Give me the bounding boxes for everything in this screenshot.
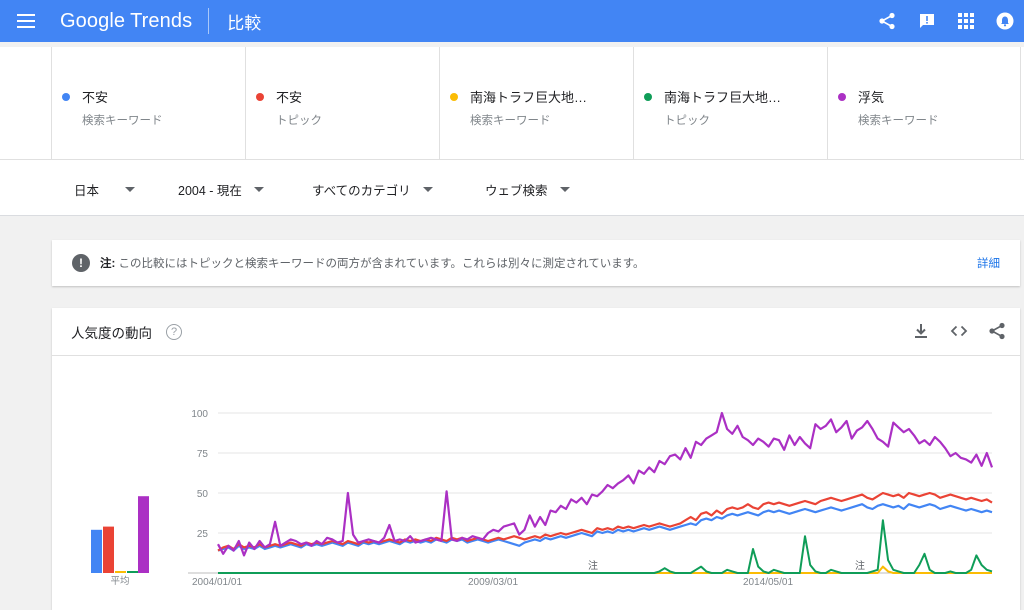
annotation-marker: 注 bbox=[588, 559, 598, 572]
search-type-dropdown[interactable]: ウェブ検索 bbox=[485, 180, 570, 199]
term-name: 不安 bbox=[82, 90, 109, 105]
term-name: 南海トラフ巨大地… bbox=[470, 90, 588, 105]
embed-icon[interactable] bbox=[950, 322, 968, 345]
chevron-down-icon bbox=[559, 187, 570, 192]
time-range-dropdown[interactable]: 2004 - 現在 bbox=[178, 180, 264, 199]
menu-icon[interactable] bbox=[0, 0, 52, 42]
chevron-down-icon bbox=[422, 187, 433, 192]
interest-chart: 100 75 50 25 2004/01/01 2009/03/01 2014/05/01 注… bbox=[91, 409, 994, 588]
comparison-terms: 不安 検索キーワード 不安 トピック 南海トラフ巨大地… 検索キーワード 南海ト… bbox=[0, 47, 1024, 160]
note-prefix: 注: bbox=[100, 258, 116, 270]
page-title: 比較 bbox=[227, 13, 262, 33]
average-bar bbox=[138, 496, 149, 573]
x-tick-label: 2014/05/01 bbox=[743, 577, 793, 588]
card-title: 人気度の動向 bbox=[71, 325, 152, 341]
average-bar bbox=[103, 526, 114, 573]
term-card-3[interactable]: 南海トラフ巨大地… 検索キーワード bbox=[439, 47, 633, 160]
annotation-marker: 注 bbox=[855, 559, 865, 572]
term-color-dot bbox=[838, 92, 846, 101]
y-tick-label: 25 bbox=[197, 529, 209, 540]
filter-bar: 日本 2004 - 現在 すべてのカテゴリ ウェブ検索 bbox=[0, 160, 1024, 216]
appbar-divider bbox=[208, 8, 210, 34]
note-text: 注: この比較にはトピックと検索キーワードの両方が含まれています。これらは別々に… bbox=[100, 255, 645, 271]
download-icon[interactable] bbox=[912, 322, 930, 345]
logo-trends: Trends bbox=[130, 9, 193, 32]
search-type-value: ウェブ検索 bbox=[485, 184, 548, 198]
term-name: 不安 bbox=[276, 90, 303, 105]
term-type: 検索キーワード bbox=[470, 115, 551, 127]
y-tick-label: 100 bbox=[191, 409, 208, 420]
note-body: この比較にはトピックと検索キーワードの両方が含まれています。これらは別々に測定さ… bbox=[118, 258, 645, 270]
term-name: 南海トラフ巨大地… bbox=[664, 90, 782, 105]
term-type: トピック bbox=[664, 115, 710, 127]
term-color-dot bbox=[62, 92, 70, 101]
details-link[interactable]: 詳細 bbox=[977, 255, 1000, 271]
alert-icon: ! bbox=[72, 254, 90, 272]
term-card-1[interactable]: 不安 検索キーワード bbox=[51, 47, 245, 160]
average-label: 平均 bbox=[110, 575, 129, 587]
term-color-dot bbox=[450, 92, 458, 101]
comparison-note: ! 注: この比較にはトピックと検索キーワードの両方が含まれています。これらは別… bbox=[52, 240, 1020, 286]
term-type: トピック bbox=[276, 115, 322, 127]
chevron-down-icon bbox=[253, 187, 264, 192]
share-icon[interactable] bbox=[878, 12, 896, 30]
category-dropdown[interactable]: すべてのカテゴリ bbox=[312, 180, 433, 199]
category-value: すべてのカテゴリ bbox=[312, 184, 411, 198]
logo-google: Google bbox=[60, 9, 126, 32]
term-type: 検索キーワード bbox=[82, 115, 163, 127]
help-icon[interactable]: ? bbox=[166, 323, 182, 340]
term-card-4[interactable]: 南海トラフ巨大地… トピック bbox=[633, 47, 827, 160]
time-range-value: 2004 - 現在 bbox=[178, 184, 242, 198]
y-tick-label: 75 bbox=[197, 449, 209, 460]
average-bar bbox=[115, 571, 126, 573]
term-color-dot bbox=[644, 92, 652, 101]
term-name: 浮気 bbox=[858, 90, 885, 105]
app-bar: Google Trends 比較 bbox=[0, 0, 1024, 42]
apps-icon[interactable] bbox=[958, 13, 974, 29]
region-value: 日本 bbox=[74, 184, 100, 198]
interest-over-time-card: 人気度の動向 ? 100 75 50 25 2004/01/01 2009/03/01 20… bbox=[52, 308, 1020, 610]
term-card-2[interactable]: 不安 トピック bbox=[245, 47, 439, 160]
series-line-1 bbox=[217, 503, 993, 552]
google-trends-logo[interactable]: Google Trends bbox=[60, 10, 192, 33]
average-bar bbox=[91, 529, 102, 573]
term-card-5[interactable]: 浮気 検索キーワード bbox=[827, 47, 1021, 160]
average-bar bbox=[127, 571, 138, 573]
region-dropdown[interactable]: 日本 bbox=[74, 180, 136, 199]
notifications-icon[interactable] bbox=[996, 12, 1014, 30]
series-line-5 bbox=[217, 411, 994, 557]
y-tick-label: 50 bbox=[197, 489, 209, 500]
share-icon[interactable] bbox=[988, 322, 1006, 345]
term-color-dot bbox=[256, 92, 264, 101]
x-tick-label: 2009/03/01 bbox=[468, 577, 518, 588]
series-line-2 bbox=[217, 491, 993, 552]
term-type: 検索キーワード bbox=[858, 115, 939, 127]
chevron-down-icon bbox=[125, 187, 136, 192]
feedback-icon[interactable] bbox=[918, 12, 936, 30]
x-tick-label: 2004/01/01 bbox=[192, 577, 242, 588]
